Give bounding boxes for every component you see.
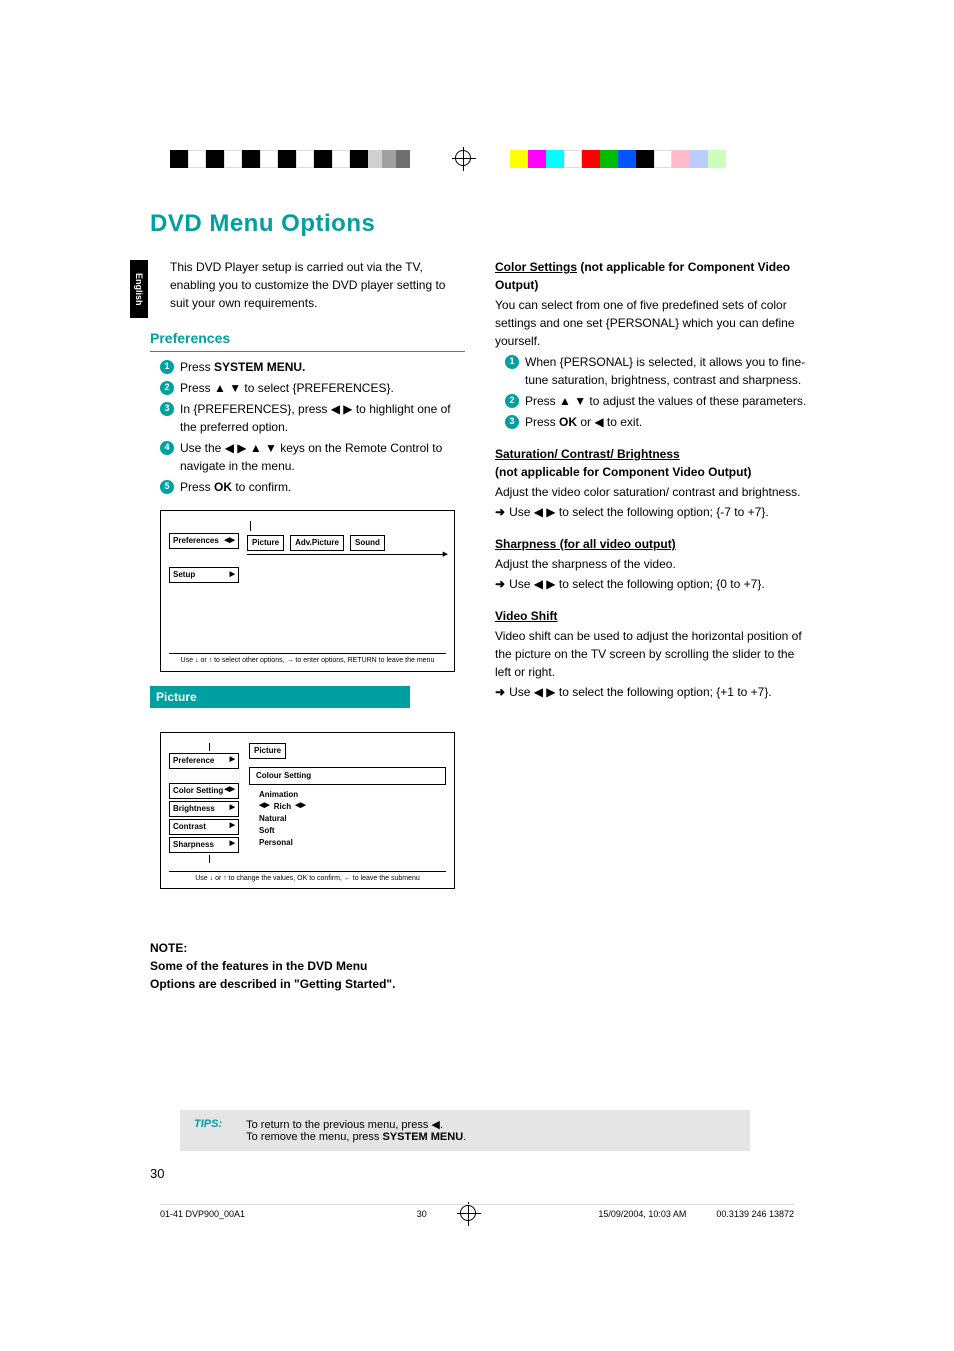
footer-file: 01-41 DVP900_00A1 [160,1209,245,1219]
arrow-icon: ➜ [495,685,505,699]
page-title: DVD Menu Options [150,210,810,238]
step-text: Press ▲ ▼ to select {PREFERENCES}. [180,379,394,397]
osd-tab: Sound [350,535,385,551]
osd-item: Preference▶ [169,753,239,769]
osd-option: ◀▶Rich◀▶ [259,801,446,813]
osd-hint: Use ↓ or ↑ to select other options, → to… [169,653,446,667]
picture-heading: Picture [150,686,410,708]
tips-label: TIPS: [194,1118,222,1143]
step-text: Press ▲ ▼ to adjust the values of these … [525,392,806,410]
left-column: This DVD Player setup is carried out via… [150,258,465,993]
osd-option: Animation [259,789,446,801]
note-heading: NOTE: [150,939,410,957]
osd-item: Contrast▶ [169,819,239,835]
page-number: 30 [150,1166,164,1181]
bullet-icon: 2 [505,394,519,408]
step-4: 4 Use the ◀ ▶ ▲ ▼ keys on the Remote Cont… [160,439,465,475]
osd-item: Sharpness▶ [169,837,239,853]
step-text: When {PERSONAL} is selected, it allows y… [525,353,810,389]
step-text: or ◀ to exit. [577,415,642,429]
step-1: 1 Press SYSTEM MENU. [160,358,465,376]
step-cs2: 2 Press ▲ ▼ to adjust the values of these… [505,392,810,410]
step-text: Press [180,360,214,374]
osd-hint: Use ↓ or ↑ to change the values, OK to c… [169,871,446,885]
language-tab: English [130,260,148,318]
step-text-bold: OK [214,480,232,494]
arrow-icon: ➜ [495,505,505,519]
osd-tab: Adv.Picture [290,535,344,551]
body-text: ➜Use ◀ ▶ to select the following option;… [495,575,810,593]
body-text: ➜Use ◀ ▶ to select the following option;… [495,683,810,701]
video-shift-heading: Video Shift [495,609,557,623]
tips-line: To return to the previous menu, press ◀. [246,1118,466,1131]
osd-tab: Picture [247,535,284,551]
osd-item: Color Setting◀▶ [169,783,239,799]
bullet-icon: 5 [160,480,174,494]
osd-item: Preferences◀▶ [169,533,239,549]
step-text-bold: SYSTEM MENU. [214,360,305,374]
footer-code: 00.3139 246 13872 [716,1209,794,1219]
osd-option: Personal [259,837,446,849]
color-settings-heading: Color Settings [495,260,577,274]
step-cs3: 3 Press OK or ◀ to exit. [505,413,810,431]
body-text: Video shift can be used to adjust the ho… [495,627,810,681]
bullet-icon: 1 [160,360,174,374]
bullet-icon: 3 [160,402,174,416]
arrow-icon: ➜ [495,577,505,591]
step-text: In {PREFERENCES}, press ◀ ▶ to highlight… [180,400,465,436]
sharpness-heading: Sharpness [495,537,556,551]
step-text: to confirm. [232,480,291,494]
osd-option: Natural [259,813,446,825]
footer: 01-41 DVP900_00A1 30 15/09/2004, 10:03 A… [160,1204,794,1219]
note-body: Some of the features in the DVD Menu Opt… [150,957,410,993]
bullet-icon: 1 [505,355,519,369]
preferences-heading: Preferences [150,328,465,352]
step-cs1: 1 When {PERSONAL} is selected, it allows … [505,353,810,389]
osd-item: Brightness▶ [169,801,239,817]
step-text: Press [180,480,214,494]
note-block: NOTE: Some of the features in the DVD Me… [150,939,410,993]
heading-suffix: (for all video output) [556,537,675,551]
bullet-icon: 2 [160,381,174,395]
body-text: Adjust the video color saturation/ contr… [495,483,810,501]
osd-subhead: Colour Setting [249,767,446,785]
bullet-icon: 3 [505,415,519,429]
step-3: 3 In {PREFERENCES}, press ◀ ▶ to highligh… [160,400,465,436]
step-text: Press [525,415,559,429]
scb-heading: Saturation/ Contrast/ Brightness [495,445,810,463]
osd-item: Setup▶ [169,567,239,583]
heading-suffix: (not applicable for Component Video Outp… [495,465,751,479]
osd-tab: Picture [249,743,286,759]
tips-box: TIPS: To return to the previous menu, pr… [180,1110,750,1151]
step-5: 5 Press OK to confirm. [160,478,465,496]
right-column: Color Settings (not applicable for Compo… [495,258,810,993]
intro-text: This DVD Player setup is carried out via… [170,258,465,312]
step-text-bold: OK [559,415,577,429]
footer-page: 30 [417,1209,427,1219]
tips-line: To remove the menu, press SYSTEM MENU. [246,1131,466,1143]
osd-picture: Preference▶ Color Setting◀▶ Brightness▶ … [160,732,455,890]
osd-option: Soft [259,825,446,837]
body-text: ➜Use ◀ ▶ to select the following option;… [495,503,810,521]
body-text: You can select from one of five predefin… [495,296,810,350]
footer-date: 15/09/2004, 10:03 AM [598,1209,686,1219]
step-text: Use the ◀ ▶ ▲ ▼ keys on the Remote Contr… [180,439,465,475]
bullet-icon: 4 [160,441,174,455]
page-content: English DVD Menu Options This DVD Player… [150,210,810,993]
body-text: Adjust the sharpness of the video. [495,555,810,573]
registration-target-icon [455,150,471,166]
step-2: 2 Press ▲ ▼ to select {PREFERENCES}. [160,379,465,397]
registration-marks [0,150,954,180]
osd-preferences: Preferences◀▶ Setup▶ Picture Adv.Picture… [160,510,455,672]
